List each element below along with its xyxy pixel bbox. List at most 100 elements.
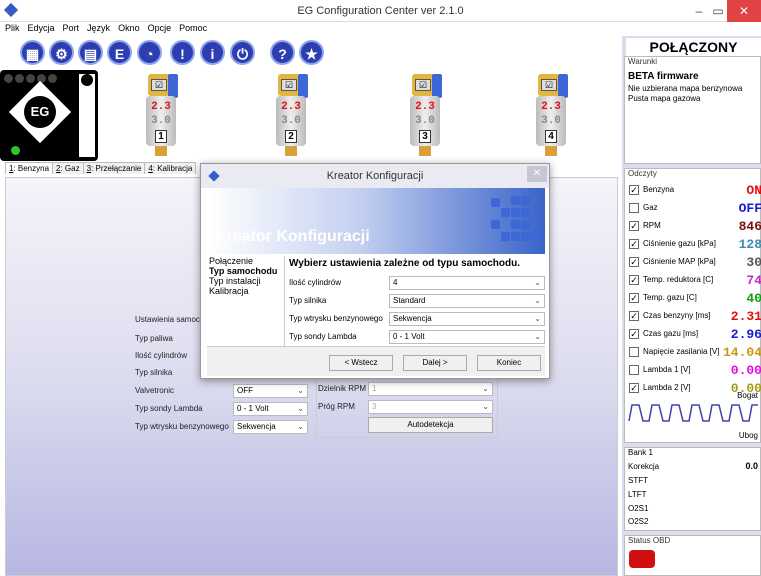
stft-label: STFT <box>628 476 648 485</box>
tab-kalibracja[interactable]: 4: Kalibracja <box>144 162 197 174</box>
checkbox[interactable]: ✓ <box>629 329 639 339</box>
step-kalibracja[interactable]: Kalibracja <box>207 286 284 296</box>
autodetekcja-button[interactable]: Autodetekcja <box>368 417 493 433</box>
square-icon <box>511 196 520 205</box>
menu-edycja[interactable]: Edycja <box>23 22 58 33</box>
switch-knob-icon <box>81 74 93 86</box>
field-label: Ilość cylindrów <box>289 278 342 287</box>
odczyt-row[interactable]: ✓ Temp. gazu [C] 40 <box>629 291 761 307</box>
finish-button[interactable]: Koniec <box>477 355 541 371</box>
odczyt-label: Ciśnienie MAP [kPa] <box>643 257 716 266</box>
checkbox[interactable] <box>629 203 639 213</box>
grid-icon[interactable]: ▦ <box>20 40 45 65</box>
chevron-down-icon: ⌄ <box>534 296 541 305</box>
plug-icon[interactable]: ⏻ <box>230 40 255 65</box>
info-icon[interactable]: i <box>200 40 225 65</box>
dzielnik-select[interactable]: 1 ⌄ <box>368 382 493 396</box>
ilosc-cylindrow-select[interactable]: 4 ⌄ <box>389 276 545 290</box>
tab-gaz[interactable]: 2: Gaz <box>52 162 84 174</box>
step-typ-instalacji[interactable]: Typ instalacji <box>207 276 284 286</box>
waveform-line <box>628 404 758 422</box>
odczyt-value: OFF <box>738 201 761 216</box>
obd-group: Status OBD <box>624 535 761 576</box>
menu-jezyk[interactable]: Język <box>82 22 113 33</box>
beta-firmware: BETA firmware <box>628 71 699 82</box>
odczyt-label: Czas benzyny [ms] <box>643 311 711 320</box>
typ-sondy-select[interactable]: 0 - 1 Volt ⌄ <box>233 402 308 416</box>
step-polaczenie[interactable]: Połączenie <box>207 256 284 266</box>
next-button[interactable]: Dalej > <box>403 355 467 371</box>
obd-connector-icon[interactable] <box>629 550 655 568</box>
checkbox[interactable]: ✓ <box>629 257 639 267</box>
ltft-label: LTFT <box>628 490 647 499</box>
gauge-icon[interactable]: ◔ <box>137 40 162 65</box>
chip-icon[interactable]: ▤ <box>78 40 103 65</box>
wizard-heading: Wybierz ustawienia zależne od typu samoc… <box>289 258 520 269</box>
select-value: 3 <box>372 402 377 411</box>
led-icon <box>15 74 24 83</box>
checkbox[interactable]: ✓ <box>629 275 639 285</box>
valvetronic-select[interactable]: OFF ⌄ <box>233 384 308 398</box>
square-icon <box>491 220 500 229</box>
odczyt-row[interactable]: ✓ Ciśnienie MAP [kPa] 30 <box>629 255 761 271</box>
checkbox[interactable] <box>629 347 639 357</box>
close-button[interactable]: ✕ <box>727 0 761 22</box>
injector-2[interactable]: ☑ 2.3 3.0 2 <box>274 74 314 162</box>
banner-title: Kreator Konfiguracji <box>215 228 370 245</box>
korekcja-label: Korekcja <box>628 462 660 471</box>
odczyt-row[interactable]: ✓ RPM 846 <box>629 219 761 235</box>
menu-plik[interactable]: Plik <box>0 22 23 33</box>
menu-opcje[interactable]: Opcje <box>143 22 175 33</box>
prog-select[interactable]: 3 ⌄ <box>368 400 493 414</box>
gear-icon[interactable]: ⚙ <box>49 40 74 65</box>
menu-port[interactable]: Port <box>58 22 83 33</box>
odczyt-row[interactable]: ✓ Czas gazu [ms] 2.96 <box>629 327 761 343</box>
odczyt-row[interactable]: ✓ Czas benzyny [ms] 2.31 <box>629 309 761 325</box>
chevron-down-icon: ⌄ <box>297 386 304 395</box>
chevron-down-icon: ⌄ <box>534 332 541 341</box>
help-icon[interactable]: ? <box>270 40 295 65</box>
injector-tip <box>419 146 431 156</box>
checkbox[interactable]: ✓ <box>629 185 639 195</box>
tab-benzyna[interactable]: 1: Benzyna <box>5 162 54 174</box>
checkbox[interactable]: ✓ <box>629 311 639 321</box>
checkbox[interactable]: ✓ <box>629 239 639 249</box>
wizard-content: Wybierz ustawienia zależne od typu samoc… <box>289 256 545 346</box>
dialog-close-button[interactable]: ✕ <box>527 166 547 182</box>
checkbox[interactable]: ✓ <box>629 383 639 393</box>
checkbox[interactable]: ✓ <box>629 293 639 303</box>
odczyt-row[interactable]: ✓ Temp. reduktora [C] 74 <box>629 273 761 289</box>
step-typ-samochodu[interactable]: Typ samochodu <box>207 266 284 276</box>
back-button[interactable]: < Wstecz <box>329 355 393 371</box>
wizard-dialog: Kreator Konfiguracji ✕ Kreator Konfigura… <box>200 163 550 379</box>
square-icon <box>511 208 520 217</box>
field-label: Typ silnika <box>289 296 327 305</box>
odczyt-row[interactable]: ✓ Benzyna ON <box>629 183 761 199</box>
menu-okno[interactable]: Okno <box>113 22 143 33</box>
odczyt-row[interactable]: Gaz OFF <box>629 201 761 217</box>
typ-silnika-select[interactable]: Standard ⌄ <box>389 294 545 308</box>
star-icon[interactable]: ★ <box>299 40 324 65</box>
select-value: 0 - 1 Volt <box>237 404 269 413</box>
typ-wtrysku-select[interactable]: Sekwencja ⌄ <box>233 420 308 434</box>
injector-3[interactable]: ☑ 2.3 3.0 3 <box>408 74 448 162</box>
typ-sondy-select[interactable]: 0 - 1 Volt ⌄ <box>389 330 545 344</box>
menu-bar: Plik Edycja Port Język Okno Opcje Pomoc <box>0 22 761 36</box>
switch-stripe <box>79 74 95 157</box>
alert-icon[interactable]: ! <box>170 40 195 65</box>
odczyt-row[interactable]: ✓ Ciśnienie gazu [kPa] 128 <box>629 237 761 253</box>
typ-wtrysku-select[interactable]: Sekwencja ⌄ <box>389 312 545 326</box>
checkbox[interactable]: ✓ <box>629 221 639 231</box>
checkbox[interactable] <box>629 365 639 375</box>
square-icon <box>501 208 510 217</box>
chevron-down-icon: ⌄ <box>482 384 489 393</box>
injector-1[interactable]: ☑ 2.3 3.0 1 <box>144 74 184 162</box>
e-icon[interactable]: E <box>107 40 132 65</box>
injector-4[interactable]: ☑ 2.3 3.0 4 <box>534 74 574 162</box>
odczyt-value: 128 <box>738 237 761 252</box>
odczyt-label: Lambda 2 [V] <box>643 383 691 392</box>
tab-przelaczanie[interactable]: 3: Przełączanie <box>82 162 146 174</box>
odczyt-row[interactable]: Napięcie zasilania [V] 14.04 <box>629 345 761 361</box>
odczyt-row[interactable]: Lambda 1 [V] 0.00 <box>629 363 761 379</box>
menu-pomoc[interactable]: Pomoc <box>174 22 210 33</box>
